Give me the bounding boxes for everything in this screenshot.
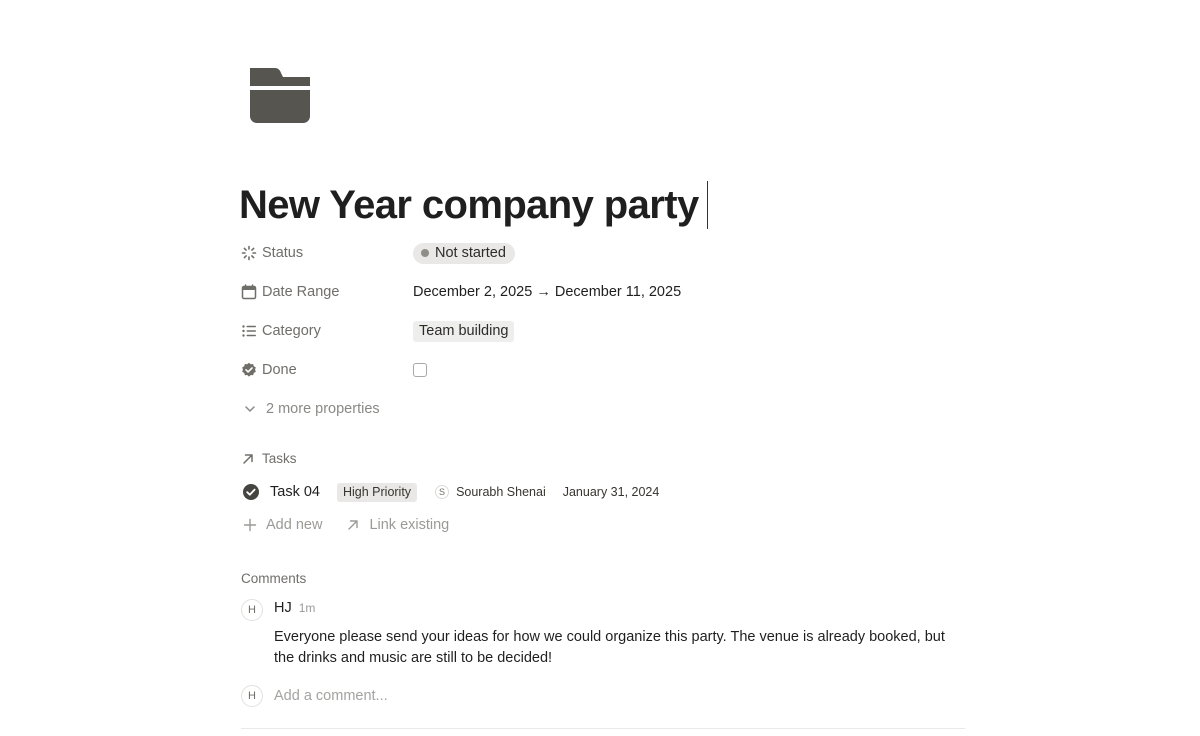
property-label[interactable]: Status	[241, 245, 413, 261]
text-caret	[706, 181, 709, 229]
property-value[interactable]	[413, 363, 427, 377]
category-tag[interactable]: Team building	[413, 320, 515, 342]
property-done[interactable]: Done	[241, 357, 965, 383]
property-label-text: Status	[262, 245, 304, 261]
comment-timestamp: 1m	[298, 601, 316, 615]
link-existing-label: Link existing	[369, 517, 450, 533]
title-row[interactable]: New Year company party	[239, 178, 709, 232]
verified-check-icon	[242, 362, 256, 377]
page-content: New Year company party Status Not starte…	[239, 0, 965, 736]
avatar: H	[241, 685, 263, 707]
more-properties-toggle[interactable]: 2 more properties	[241, 396, 965, 422]
avatar: S	[435, 485, 450, 499]
comment-text: Everyone please send your ideas for how …	[274, 629, 945, 666]
folder-icon[interactable]	[249, 66, 311, 124]
property-date-range[interactable]: Date Range December 2, 2025 → December 1…	[241, 279, 965, 305]
comments-section-header: Comments	[241, 571, 306, 586]
list-icon	[242, 325, 256, 337]
avatar[interactable]: H	[241, 599, 263, 621]
add-new-button[interactable]: Add new	[243, 517, 322, 533]
property-category[interactable]: Category Team building	[241, 318, 965, 344]
arrow-up-right-icon	[348, 520, 359, 530]
plus-icon	[243, 518, 257, 532]
comment-input[interactable]	[274, 686, 874, 706]
calendar-icon	[241, 284, 257, 300]
status-badge[interactable]: Not started	[413, 242, 515, 264]
property-label[interactable]: Done	[241, 362, 413, 378]
comment-author[interactable]: HJ	[274, 600, 292, 616]
chevron-down-icon	[245, 406, 255, 412]
comment-header: HJ 1m	[274, 600, 315, 616]
link-existing-button[interactable]: Link existing	[346, 517, 449, 533]
completed-check-icon[interactable]	[242, 483, 260, 501]
page-title[interactable]: New Year company party	[239, 183, 699, 228]
property-status[interactable]: Status Not started	[241, 240, 965, 266]
property-label[interactable]: Category	[241, 323, 413, 339]
status-dot	[421, 249, 429, 257]
property-label-text: Date Range	[262, 284, 340, 300]
status-icon	[241, 245, 257, 261]
priority-tag: High Priority	[336, 482, 418, 502]
comments-label: Comments	[241, 571, 307, 586]
property-label[interactable]: Date Range	[241, 284, 413, 300]
property-label-text: Category	[262, 323, 321, 339]
status-text: Not started	[435, 245, 506, 261]
task-name[interactable]: Task 04	[270, 484, 320, 500]
done-checkbox[interactable]	[413, 363, 427, 377]
divider	[241, 728, 965, 729]
property-value[interactable]: Not started	[413, 242, 515, 264]
tasks-section-header[interactable]: Tasks	[241, 451, 297, 466]
property-value[interactable]: Team building	[413, 320, 515, 342]
table-row[interactable]: Task 04 High Priority S Sourabh Shenai J…	[241, 480, 659, 504]
add-new-label: Add new	[266, 517, 323, 533]
property-label-text: Done	[262, 362, 297, 378]
tasks-label: Tasks	[262, 451, 297, 466]
arrow-up-right-icon	[243, 453, 253, 464]
date-range-value[interactable]: December 2, 2025 → December 11, 2025	[413, 284, 681, 300]
task-date: January 31, 2024	[562, 485, 660, 499]
assignee-name: Sourabh Shenai	[456, 485, 546, 499]
more-properties-label: 2 more properties	[266, 401, 380, 417]
task-actions: Add new Link existing	[243, 514, 473, 536]
